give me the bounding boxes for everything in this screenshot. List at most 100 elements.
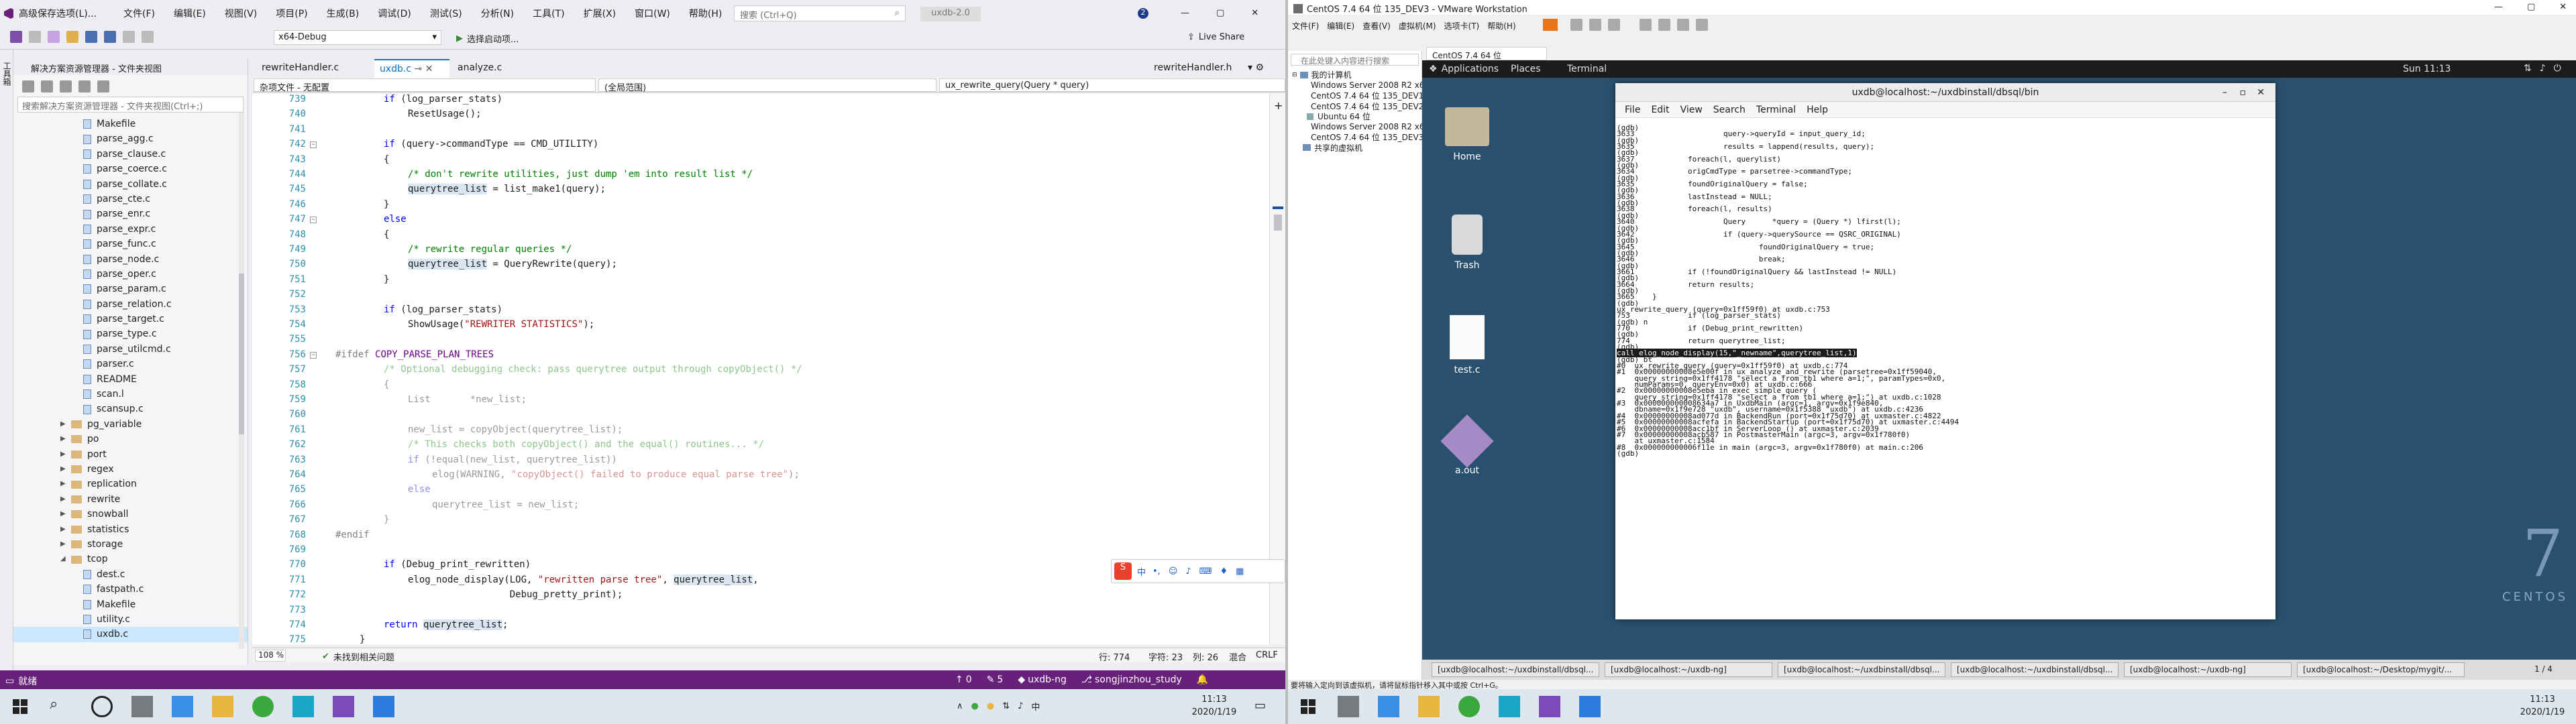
tree-item[interactable]: Makefile <box>13 117 248 131</box>
expand-icon[interactable]: ▶ <box>60 492 67 507</box>
close-icon[interactable]: ✕ <box>1251 8 1258 18</box>
guest-screen[interactable]: ❖ Applications Places Terminal Sun 11:13 … <box>1422 60 2576 660</box>
menu-item-9[interactable]: 扩展(X) <box>574 5 626 21</box>
tree-item[interactable]: parse_target.c <box>13 312 248 326</box>
forward-icon[interactable] <box>29 31 41 43</box>
menu-item-11[interactable]: 帮助(H) <box>680 5 731 21</box>
editor-scroll-thumb[interactable] <box>1274 215 1282 231</box>
notification-badge[interactable]: 2 <box>1138 8 1148 19</box>
terminal-menu-item-4[interactable]: Terminal <box>1751 105 1801 115</box>
library-shared[interactable]: 共享的虚拟机 <box>1288 143 1421 154</box>
undo-icon[interactable] <box>123 31 135 43</box>
tree-item[interactable]: parse_type.c <box>13 326 248 341</box>
tree-item[interactable]: ▶ pg_variable <box>13 417 248 432</box>
sogou-icon[interactable]: S <box>1114 562 1132 580</box>
pin-icon[interactable]: ⊸ <box>415 64 423 74</box>
expand-icon[interactable]: ▶ <box>60 522 67 537</box>
tab-close-icon[interactable]: ✕ <box>425 64 433 74</box>
back-icon[interactable] <box>10 31 22 43</box>
maximize-icon[interactable]: ▢ <box>2527 2 2535 12</box>
tree-item[interactable]: parse_utilcmd.c <box>13 342 248 357</box>
menu-item-7[interactable]: 分析(N) <box>472 5 523 21</box>
code-line[interactable]: /* Optional debugging check: pass queryt… <box>384 364 802 375</box>
tree-item[interactable]: parse_clause.c <box>13 147 248 162</box>
tree-item[interactable]: parse_cte.c <box>13 192 248 206</box>
code-line[interactable]: List *new_list; <box>408 394 527 405</box>
console-icon[interactable] <box>1696 19 1708 31</box>
expand-icon[interactable]: ▶ <box>60 477 67 491</box>
vm-list-item[interactable]: Windows Server 2008 R2 x64_datacenter <box>1288 80 1478 91</box>
menu-item-1[interactable]: 编辑(E) <box>164 5 215 21</box>
config-dropdown[interactable]: x64-Debug ▾ <box>274 30 441 45</box>
vm-list-item[interactable]: Windows Server 2008 R2 x64_datacenter2 <box>1288 122 1483 133</box>
vm-menu-item-3[interactable]: 虚拟机(M) <box>1395 20 1440 32</box>
server-explorer-tab[interactable]: 工具箱 <box>1 62 13 86</box>
vm-list-item[interactable]: CentOS 7.4 64 位 135_DEV2 <box>1288 101 1424 112</box>
code-line[interactable]: { <box>384 379 389 390</box>
vm-menu-item-4[interactable]: 选项卡(T) <box>1440 20 1484 32</box>
desktop-trash[interactable]: Trash <box>1437 215 1497 271</box>
se-scroll-thumb[interactable] <box>239 274 244 434</box>
code-line[interactable]: if (query->commandType == CMD_UTILITY) <box>384 139 598 149</box>
browser-app-icon[interactable] <box>1458 696 1480 717</box>
redo-icon[interactable] <box>142 31 154 43</box>
tree-item[interactable]: ▶ storage <box>13 537 248 552</box>
sync-icon[interactable] <box>41 80 53 93</box>
tab-rewritehandler-c[interactable]: rewriteHandler.c <box>256 59 344 78</box>
changes-count[interactable]: 5 <box>997 674 1003 685</box>
new-project-icon[interactable] <box>48 31 60 43</box>
member-dropdown[interactable]: ux_rewrite_query(Query * query) <box>939 78 1285 92</box>
windows-start-icon[interactable] <box>1300 699 1316 715</box>
view-icon[interactable] <box>1640 19 1652 31</box>
expanded-icon[interactable]: ◢ <box>60 552 67 566</box>
tray-chevron-icon[interactable]: ∧ <box>957 701 963 711</box>
code-line[interactable]: new_list = copyObject(querytree_list); <box>408 424 623 435</box>
tree-item[interactable]: uxdb.c <box>13 627 248 642</box>
code-line[interactable]: querytree_list = new_list; <box>432 499 579 510</box>
push-count[interactable]: 0 <box>966 674 972 685</box>
unity-icon[interactable] <box>1677 19 1689 31</box>
code-line[interactable]: else <box>408 484 431 495</box>
skin-icon[interactable]: ♦ <box>1220 566 1228 577</box>
desktop-a-out[interactable]: a.out <box>1437 414 1497 476</box>
save-all-icon[interactable] <box>104 31 116 43</box>
minimize-icon[interactable]: — <box>2494 2 2503 12</box>
windows-start-icon[interactable] <box>12 699 28 715</box>
tree-item[interactable]: scansup.c <box>13 402 248 416</box>
guest-task-item[interactable]: [uxdb@localhost:~/uxdbinstall/dbsql... <box>1778 662 1945 677</box>
mic-icon[interactable]: ♪ <box>1185 566 1191 577</box>
vm-menu-item-5[interactable]: 帮助(H) <box>1483 20 1519 32</box>
manage-snapshots-icon[interactable] <box>1608 19 1620 31</box>
tree-item[interactable]: scan.l <box>13 387 248 402</box>
keyboard-icon[interactable]: ⌨ <box>1199 566 1212 577</box>
task-view-icon[interactable] <box>1338 696 1359 717</box>
code-line[interactable]: elog(WARNING, "copyObject() failed to pr… <box>432 469 800 480</box>
toolbox-icon[interactable]: ▦ <box>1236 566 1244 577</box>
code-line[interactable]: { <box>384 154 389 165</box>
library-search[interactable]: 在此处键入内容进行搜索 <box>1291 54 1419 66</box>
expand-icon[interactable]: ▶ <box>60 507 67 522</box>
run-button[interactable]: ▶ 选择启动项... <box>456 32 519 45</box>
expand-icon[interactable]: ▶ <box>60 462 67 477</box>
code-line[interactable]: if (Debug_print_rewritten) <box>384 559 531 570</box>
tree-item[interactable]: ▶ snowball <box>13 507 248 522</box>
gnome-places[interactable]: Places <box>1511 64 1541 74</box>
tray-app-icon[interactable]: ● <box>971 701 979 711</box>
menu-item-5[interactable]: 调试(D) <box>368 5 421 21</box>
code-line[interactable]: /* This checks both copyObject() and the… <box>408 439 764 450</box>
close-icon[interactable]: ✕ <box>2559 2 2567 12</box>
code-line[interactable]: #ifdef COPY_PARSE_PLAN_TREES <box>335 349 494 360</box>
guest-task-item[interactable]: [uxdb@localhost:~/Desktop/mygit/... <box>2297 662 2465 677</box>
se-scrollbar[interactable] <box>239 113 244 649</box>
code-line[interactable]: #endif <box>335 530 370 540</box>
zoom-dropdown[interactable]: 108 % <box>255 650 286 662</box>
tree-item[interactable]: parse_oper.c <box>13 267 248 282</box>
vmware-app-icon[interactable] <box>292 696 314 717</box>
tab-overflow-icon[interactable]: ▾ ⚙ <box>1242 59 1269 78</box>
tree-item[interactable]: ◢ tcop <box>13 552 248 566</box>
fullscreen-icon[interactable] <box>1658 19 1670 31</box>
pause-icon[interactable] <box>1543 19 1558 31</box>
tree-item[interactable]: parse_expr.c <box>13 222 248 237</box>
guest-task-item[interactable]: [uxdb@localhost:~/uxdbinstall/dbsql... <box>1951 662 2118 677</box>
code-line[interactable]: /* don't rewrite utilities, just dump 'e… <box>408 169 753 180</box>
